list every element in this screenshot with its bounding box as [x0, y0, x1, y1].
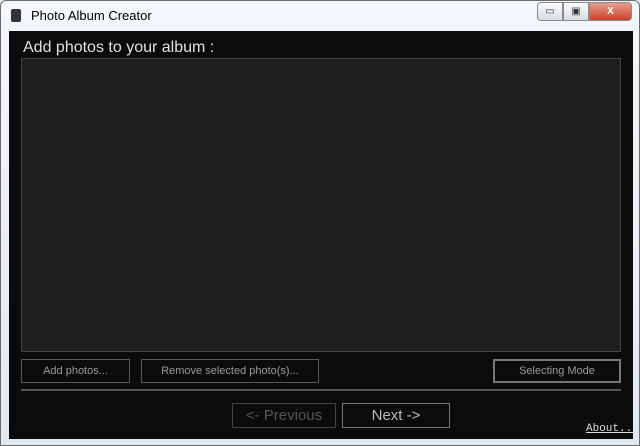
remove-photos-button[interactable]: Remove selected photo(s)...	[141, 359, 319, 383]
app-icon	[11, 9, 21, 22]
selecting-mode-button[interactable]: Selecting Mode	[493, 359, 621, 383]
previous-button[interactable]: <- Previous	[232, 403, 336, 428]
next-button[interactable]: Next ->	[342, 403, 450, 428]
app-window: Photo Album Creator ▭ ▣ X Add photos to …	[0, 0, 640, 446]
close-button[interactable]: X	[589, 2, 632, 21]
photo-list[interactable]	[21, 58, 621, 352]
add-photos-button[interactable]: Add photos...	[21, 359, 130, 383]
window-title: Photo Album Creator	[31, 8, 152, 23]
minimize-button[interactable]: ▭	[537, 2, 563, 21]
client-area: Add photos to your album : Add photos...…	[9, 31, 639, 439]
window-controls: ▭ ▣ X	[537, 2, 632, 21]
maximize-button[interactable]: ▣	[563, 2, 589, 21]
page-heading: Add photos to your album :	[23, 39, 215, 56]
about-link[interactable]: About...	[586, 423, 639, 435]
divider	[21, 389, 621, 391]
